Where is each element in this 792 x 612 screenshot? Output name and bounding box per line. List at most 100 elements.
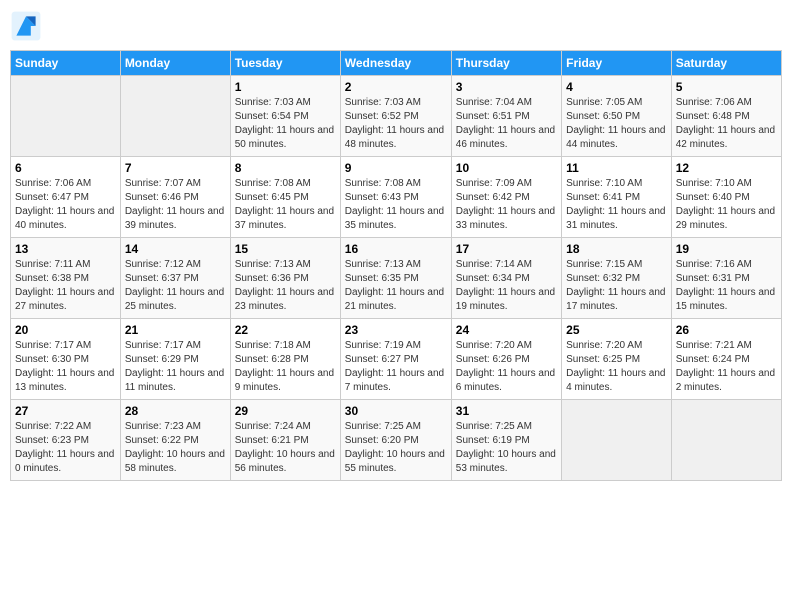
day-info: Sunrise: 7:05 AMSunset: 6:50 PMDaylight:… xyxy=(566,96,667,152)
day-info: Sunrise: 7:24 AMSunset: 6:21 PMDaylight:… xyxy=(235,420,336,476)
day-of-week-header: Monday xyxy=(120,51,230,76)
day-info: Sunrise: 7:20 AMSunset: 6:25 PMDaylight:… xyxy=(566,339,667,395)
day-number: 2 xyxy=(345,80,447,94)
day-number: 16 xyxy=(345,242,447,256)
day-number: 17 xyxy=(456,242,557,256)
day-of-week-header: Friday xyxy=(562,51,672,76)
calendar-header-row: SundayMondayTuesdayWednesdayThursdayFrid… xyxy=(11,51,782,76)
calendar-day-cell: 22 Sunrise: 7:18 AMSunset: 6:28 PMDayligh… xyxy=(230,319,340,400)
day-number: 18 xyxy=(566,242,667,256)
day-info: Sunrise: 7:18 AMSunset: 6:28 PMDaylight:… xyxy=(235,339,336,395)
day-of-week-header: Saturday xyxy=(671,51,781,76)
calendar-day-cell: 11 Sunrise: 7:10 AMSunset: 6:41 PMDayligh… xyxy=(562,157,672,238)
page-header xyxy=(10,10,782,42)
day-number: 27 xyxy=(15,404,116,418)
calendar-day-cell: 29 Sunrise: 7:24 AMSunset: 6:21 PMDayligh… xyxy=(230,400,340,481)
day-info: Sunrise: 7:10 AMSunset: 6:40 PMDaylight:… xyxy=(676,177,777,233)
day-of-week-header: Thursday xyxy=(451,51,561,76)
calendar-day-cell: 21 Sunrise: 7:17 AMSunset: 6:29 PMDayligh… xyxy=(120,319,230,400)
calendar-day-cell xyxy=(120,76,230,157)
day-number: 11 xyxy=(566,161,667,175)
day-info: Sunrise: 7:25 AMSunset: 6:20 PMDaylight:… xyxy=(345,420,447,476)
calendar-day-cell: 2 Sunrise: 7:03 AMSunset: 6:52 PMDaylight… xyxy=(340,76,451,157)
day-info: Sunrise: 7:13 AMSunset: 6:35 PMDaylight:… xyxy=(345,258,447,314)
calendar-day-cell: 27 Sunrise: 7:22 AMSunset: 6:23 PMDayligh… xyxy=(11,400,121,481)
calendar-day-cell: 6 Sunrise: 7:06 AMSunset: 6:47 PMDaylight… xyxy=(11,157,121,238)
calendar-day-cell: 13 Sunrise: 7:11 AMSunset: 6:38 PMDayligh… xyxy=(11,238,121,319)
day-info: Sunrise: 7:09 AMSunset: 6:42 PMDaylight:… xyxy=(456,177,557,233)
day-info: Sunrise: 7:12 AMSunset: 6:37 PMDaylight:… xyxy=(125,258,226,314)
day-of-week-header: Tuesday xyxy=(230,51,340,76)
day-info: Sunrise: 7:15 AMSunset: 6:32 PMDaylight:… xyxy=(566,258,667,314)
day-number: 21 xyxy=(125,323,226,337)
calendar-day-cell: 28 Sunrise: 7:23 AMSunset: 6:22 PMDayligh… xyxy=(120,400,230,481)
calendar-day-cell: 24Sunrise: 7:20 AMSunset: 6:26 PMDayligh… xyxy=(451,319,561,400)
calendar-table: SundayMondayTuesdayWednesdayThursdayFrid… xyxy=(10,50,782,481)
calendar-day-cell: 31Sunrise: 7:25 AMSunset: 6:19 PMDayligh… xyxy=(451,400,561,481)
day-info: Sunrise: 7:04 AMSunset: 6:51 PMDaylight:… xyxy=(456,96,557,152)
day-info: Sunrise: 7:23 AMSunset: 6:22 PMDaylight:… xyxy=(125,420,226,476)
day-info: Sunrise: 7:08 AMSunset: 6:43 PMDaylight:… xyxy=(345,177,447,233)
calendar-week-row: 20 Sunrise: 7:17 AMSunset: 6:30 PMDayligh… xyxy=(11,319,782,400)
day-info: Sunrise: 7:17 AMSunset: 6:29 PMDaylight:… xyxy=(125,339,226,395)
day-info: Sunrise: 7:16 AMSunset: 6:31 PMDaylight:… xyxy=(676,258,777,314)
calendar-day-cell: 14 Sunrise: 7:12 AMSunset: 6:37 PMDayligh… xyxy=(120,238,230,319)
day-info: Sunrise: 7:10 AMSunset: 6:41 PMDaylight:… xyxy=(566,177,667,233)
calendar-day-cell: 30 Sunrise: 7:25 AMSunset: 6:20 PMDayligh… xyxy=(340,400,451,481)
day-info: Sunrise: 7:03 AMSunset: 6:52 PMDaylight:… xyxy=(345,96,447,152)
day-number: 23 xyxy=(345,323,447,337)
calendar-day-cell: 4Sunrise: 7:05 AMSunset: 6:50 PMDaylight… xyxy=(562,76,672,157)
calendar-day-cell: 16 Sunrise: 7:13 AMSunset: 6:35 PMDayligh… xyxy=(340,238,451,319)
day-number: 15 xyxy=(235,242,336,256)
day-number: 10 xyxy=(456,161,557,175)
day-of-week-header: Sunday xyxy=(11,51,121,76)
day-number: 12 xyxy=(676,161,777,175)
day-number: 22 xyxy=(235,323,336,337)
day-number: 13 xyxy=(15,242,116,256)
day-info: Sunrise: 7:21 AMSunset: 6:24 PMDaylight:… xyxy=(676,339,777,395)
day-number: 1 xyxy=(235,80,336,94)
logo-icon xyxy=(10,10,42,42)
calendar-day-cell xyxy=(562,400,672,481)
day-number: 9 xyxy=(345,161,447,175)
calendar-day-cell: 12 Sunrise: 7:10 AMSunset: 6:40 PMDayligh… xyxy=(671,157,781,238)
calendar-day-cell: 7 Sunrise: 7:07 AMSunset: 6:46 PMDaylight… xyxy=(120,157,230,238)
day-info: Sunrise: 7:13 AMSunset: 6:36 PMDaylight:… xyxy=(235,258,336,314)
day-number: 3 xyxy=(456,80,557,94)
calendar-day-cell: 25Sunrise: 7:20 AMSunset: 6:25 PMDayligh… xyxy=(562,319,672,400)
day-number: 8 xyxy=(235,161,336,175)
day-number: 30 xyxy=(345,404,447,418)
day-info: Sunrise: 7:22 AMSunset: 6:23 PMDaylight:… xyxy=(15,420,116,476)
calendar-week-row: 27 Sunrise: 7:22 AMSunset: 6:23 PMDayligh… xyxy=(11,400,782,481)
day-number: 28 xyxy=(125,404,226,418)
calendar-day-cell: 23Sunrise: 7:19 AMSunset: 6:27 PMDayligh… xyxy=(340,319,451,400)
day-info: Sunrise: 7:06 AMSunset: 6:47 PMDaylight:… xyxy=(15,177,116,233)
calendar-day-cell: 26Sunrise: 7:21 AMSunset: 6:24 PMDayligh… xyxy=(671,319,781,400)
day-number: 7 xyxy=(125,161,226,175)
calendar-day-cell: 18 Sunrise: 7:15 AMSunset: 6:32 PMDayligh… xyxy=(562,238,672,319)
day-number: 5 xyxy=(676,80,777,94)
calendar-day-cell: 5Sunrise: 7:06 AMSunset: 6:48 PMDaylight… xyxy=(671,76,781,157)
calendar-day-cell: 15 Sunrise: 7:13 AMSunset: 6:36 PMDayligh… xyxy=(230,238,340,319)
day-number: 14 xyxy=(125,242,226,256)
day-number: 31 xyxy=(456,404,557,418)
calendar-day-cell: 9 Sunrise: 7:08 AMSunset: 6:43 PMDaylight… xyxy=(340,157,451,238)
calendar-day-cell: 8Sunrise: 7:08 AMSunset: 6:45 PMDaylight… xyxy=(230,157,340,238)
calendar-day-cell: 17 Sunrise: 7:14 AMSunset: 6:34 PMDayligh… xyxy=(451,238,561,319)
day-info: Sunrise: 7:17 AMSunset: 6:30 PMDaylight:… xyxy=(15,339,116,395)
day-number: 20 xyxy=(15,323,116,337)
calendar-day-cell: 3 Sunrise: 7:04 AMSunset: 6:51 PMDaylight… xyxy=(451,76,561,157)
calendar-day-cell: 20 Sunrise: 7:17 AMSunset: 6:30 PMDayligh… xyxy=(11,319,121,400)
day-info: Sunrise: 7:20 AMSunset: 6:26 PMDaylight:… xyxy=(456,339,557,395)
day-number: 6 xyxy=(15,161,116,175)
calendar-week-row: 13 Sunrise: 7:11 AMSunset: 6:38 PMDayligh… xyxy=(11,238,782,319)
day-info: Sunrise: 7:14 AMSunset: 6:34 PMDaylight:… xyxy=(456,258,557,314)
calendar-week-row: 1 Sunrise: 7:03 AMSunset: 6:54 PMDaylight… xyxy=(11,76,782,157)
day-info: Sunrise: 7:11 AMSunset: 6:38 PMDaylight:… xyxy=(15,258,116,314)
day-of-week-header: Wednesday xyxy=(340,51,451,76)
calendar-day-cell xyxy=(671,400,781,481)
calendar-day-cell: 10 Sunrise: 7:09 AMSunset: 6:42 PMDayligh… xyxy=(451,157,561,238)
day-info: Sunrise: 7:03 AMSunset: 6:54 PMDaylight:… xyxy=(235,96,336,152)
day-number: 29 xyxy=(235,404,336,418)
day-info: Sunrise: 7:07 AMSunset: 6:46 PMDaylight:… xyxy=(125,177,226,233)
